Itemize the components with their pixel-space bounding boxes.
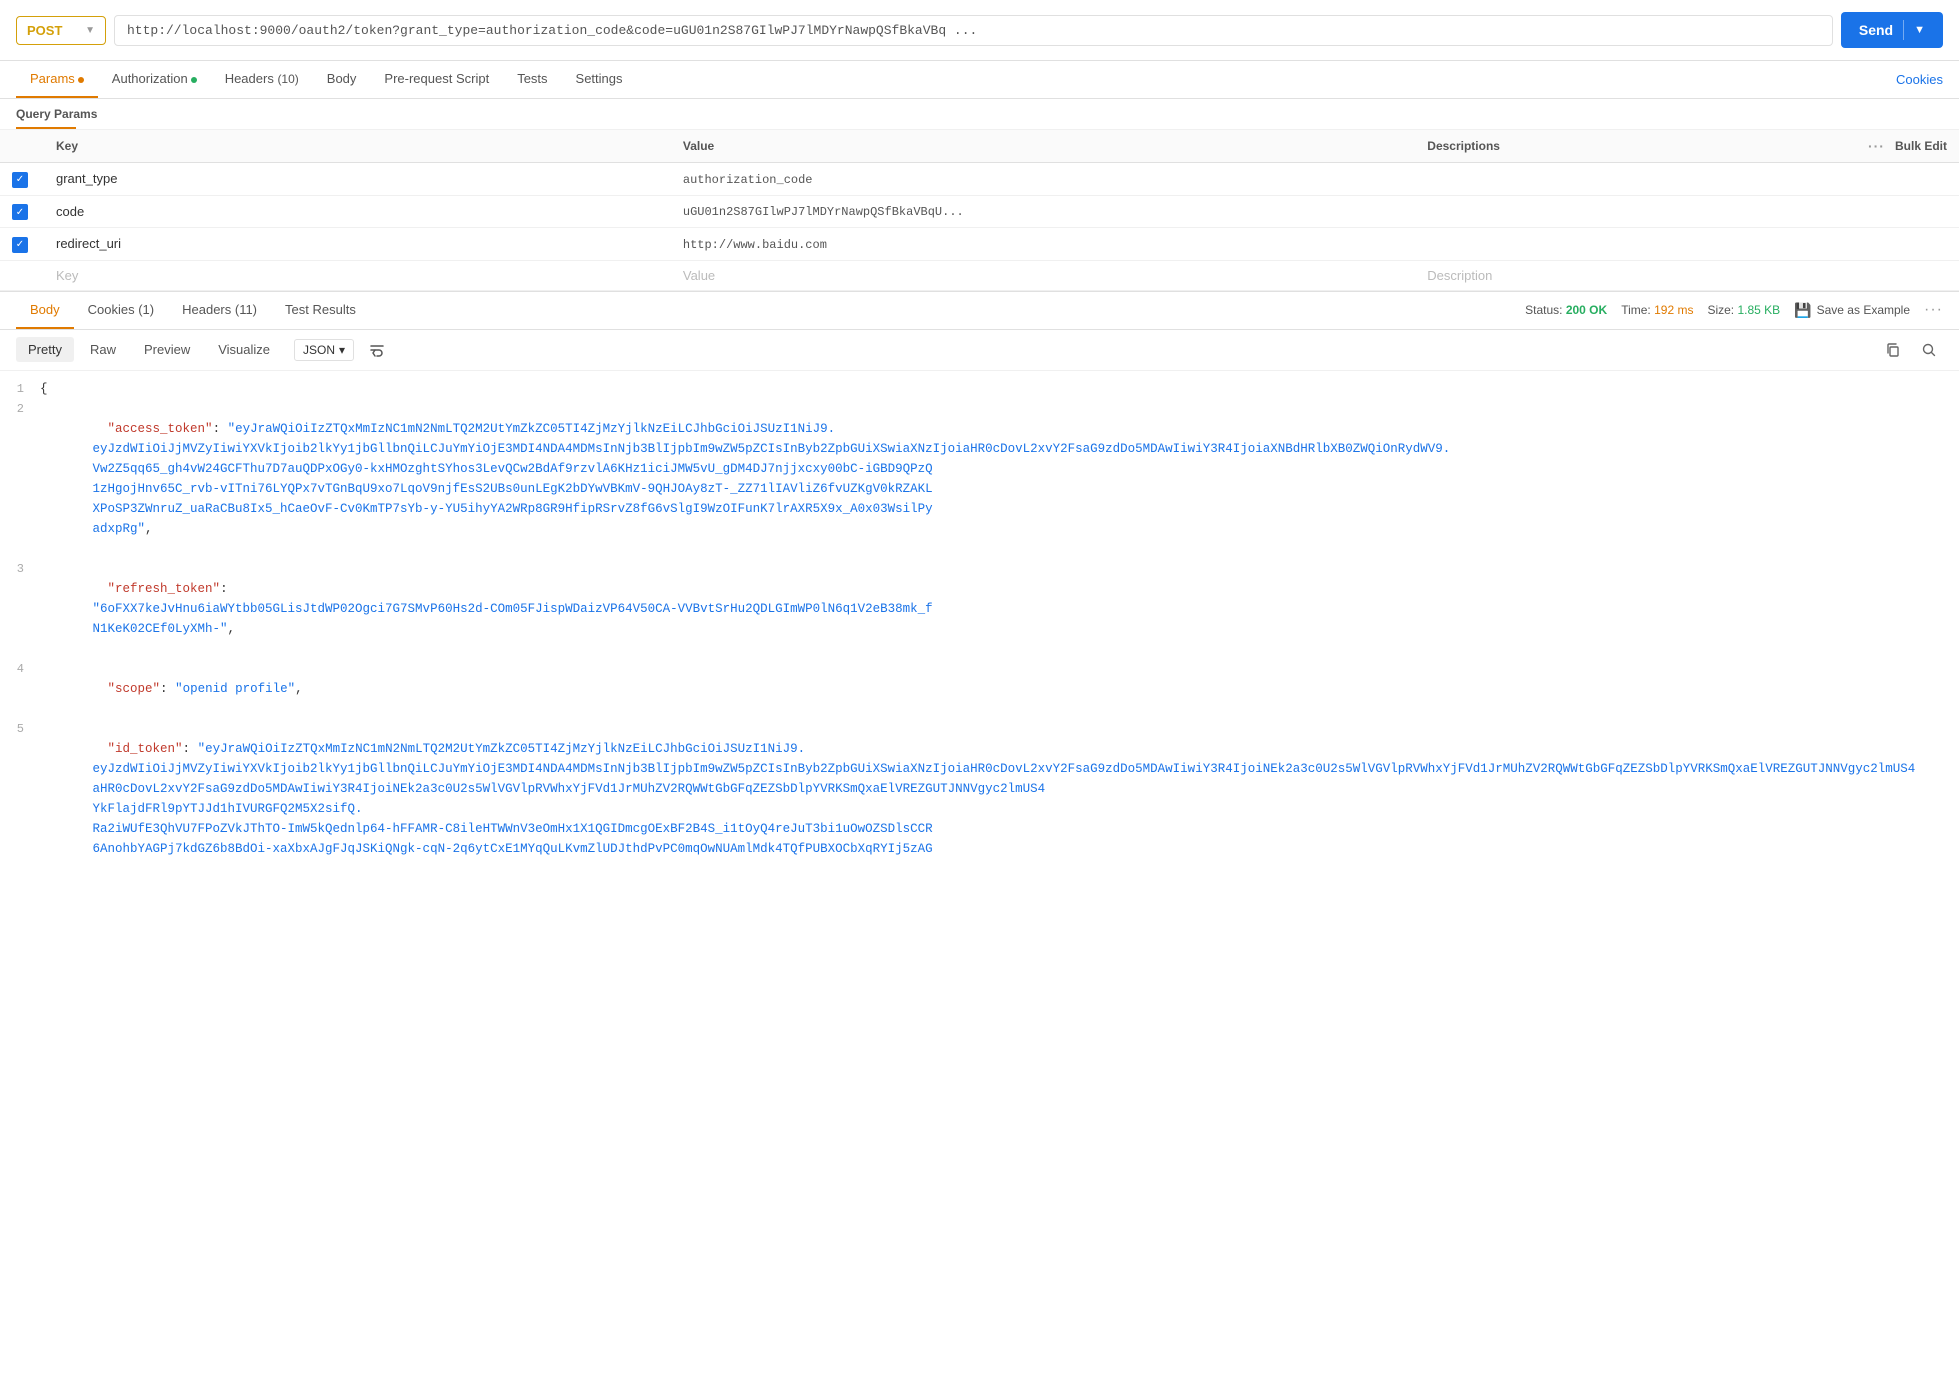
tab-tests[interactable]: Tests bbox=[503, 61, 561, 98]
tab-params-label: Params bbox=[30, 71, 75, 86]
table-row: ✓ grant_type authorization_code bbox=[0, 163, 1959, 196]
line-num-1: 1 bbox=[8, 379, 40, 399]
headers-badge: (10) bbox=[277, 72, 298, 86]
tab-cookies[interactable]: Cookies bbox=[1896, 72, 1943, 87]
response-tabs: Body Cookies (1) Headers (11) Test Resul… bbox=[0, 291, 1959, 330]
save-icon: 💾 bbox=[1794, 302, 1811, 319]
json-format-selector[interactable]: JSON ▾ bbox=[294, 339, 354, 361]
line-num-2: 2 bbox=[8, 399, 40, 419]
resp-tab-cookies[interactable]: Cookies (1) bbox=[74, 292, 168, 329]
th-description: Descriptions ··· Bulk Edit bbox=[1415, 130, 1959, 163]
tab-headers-label: Headers (10) bbox=[225, 71, 299, 86]
json-format-chevron-icon: ▾ bbox=[339, 343, 345, 357]
tab-prerequest[interactable]: Pre-request Script bbox=[370, 61, 503, 98]
send-arrow-icon: ▼ bbox=[1914, 24, 1925, 36]
table-row-empty: Key Value Description bbox=[0, 260, 1959, 290]
row2-checkbox[interactable]: ✓ bbox=[12, 204, 28, 220]
row1-desc[interactable] bbox=[1415, 163, 1959, 196]
resp-tab-test-results-label: Test Results bbox=[285, 302, 356, 317]
tab-body-label: Body bbox=[327, 71, 357, 86]
url-bar: POST ▼ Send ▼ bbox=[0, 0, 1959, 61]
row2-value[interactable]: uGU01n2S87GIlwPJ7lMDYrNawpQSfBkaVBqU... bbox=[683, 205, 964, 219]
query-params-title: Query Params bbox=[0, 99, 1959, 130]
row1-key[interactable]: grant_type bbox=[56, 171, 117, 186]
fmt-tab-preview[interactable]: Preview bbox=[132, 337, 202, 362]
size-value: 1.85 KB bbox=[1737, 303, 1780, 317]
line-num-4: 4 bbox=[8, 659, 40, 679]
send-button[interactable]: Send ▼ bbox=[1841, 12, 1943, 48]
table-row: ✓ redirect_uri http://www.baidu.com bbox=[0, 228, 1959, 261]
fmt-tab-raw[interactable]: Raw bbox=[78, 337, 128, 362]
wrap-lines-icon[interactable] bbox=[366, 339, 388, 361]
resp-tab-cookies-label: Cookies (1) bbox=[88, 302, 154, 317]
row3-value[interactable]: http://www.baidu.com bbox=[683, 238, 827, 252]
status-label: Status: 200 OK bbox=[1525, 303, 1607, 317]
json-response-body: 1 { 2 "access_token": "eyJraWQiOiIzZTQxM… bbox=[0, 371, 1959, 887]
time-label: Time: 192 ms bbox=[1621, 303, 1693, 317]
query-params-section: Query Params Key Value Descriptions ··· … bbox=[0, 99, 1959, 291]
method-selector[interactable]: POST ▼ bbox=[16, 16, 106, 45]
format-right-actions bbox=[1879, 336, 1943, 364]
copy-button[interactable] bbox=[1879, 336, 1907, 364]
save-example-label: Save as Example bbox=[1817, 303, 1910, 317]
table-row: ✓ code uGU01n2S87GIlwPJ7lMDYrNawpQSfBkaV… bbox=[0, 195, 1959, 228]
authorization-dot-icon bbox=[191, 77, 197, 83]
resp-tab-test-results[interactable]: Test Results bbox=[271, 292, 370, 329]
th-check bbox=[0, 130, 44, 163]
status-value: 200 OK bbox=[1566, 303, 1607, 317]
search-button[interactable] bbox=[1915, 336, 1943, 364]
empty-key-placeholder[interactable]: Key bbox=[56, 268, 78, 283]
tab-tests-label: Tests bbox=[517, 71, 547, 86]
tab-params[interactable]: Params bbox=[16, 61, 98, 98]
bulk-edit-button[interactable]: Bulk Edit bbox=[1895, 139, 1947, 153]
row1-checkbox[interactable]: ✓ bbox=[12, 172, 28, 188]
resp-tab-body-label: Body bbox=[30, 302, 60, 317]
send-label: Send bbox=[1859, 22, 1893, 38]
params-table: Key Value Descriptions ··· Bulk Edit ✓ bbox=[0, 130, 1959, 291]
resp-tab-headers[interactable]: Headers (11) bbox=[168, 292, 271, 329]
row2-desc[interactable] bbox=[1415, 195, 1959, 228]
response-more-icon[interactable]: ··· bbox=[1924, 301, 1943, 319]
row3-desc[interactable] bbox=[1415, 228, 1959, 261]
row3-checkbox[interactable]: ✓ bbox=[12, 237, 28, 253]
method-label: POST bbox=[27, 23, 62, 38]
line-num-5: 5 bbox=[8, 719, 40, 739]
method-chevron-icon: ▼ bbox=[85, 25, 95, 36]
row3-key[interactable]: redirect_uri bbox=[56, 236, 121, 251]
json-format-label: JSON bbox=[303, 343, 335, 357]
json-line-4: 4 "scope": "openid profile", bbox=[0, 659, 1959, 719]
tab-authorization[interactable]: Authorization bbox=[98, 61, 211, 98]
json-line-1: 1 { bbox=[0, 379, 1959, 399]
line-num-3: 3 bbox=[8, 559, 40, 579]
th-key: Key bbox=[44, 130, 671, 163]
json-line-3: 3 "refresh_token": "6oFXX7keJvHnu6iaWYtb… bbox=[0, 559, 1959, 659]
response-meta: Status: 200 OK Time: 192 ms Size: 1.85 K… bbox=[1525, 301, 1943, 319]
tab-headers[interactable]: Headers (10) bbox=[211, 61, 313, 98]
row2-key[interactable]: code bbox=[56, 204, 84, 219]
tab-settings-label: Settings bbox=[576, 71, 623, 86]
params-dot-icon bbox=[78, 77, 84, 83]
size-label: Size: 1.85 KB bbox=[1707, 303, 1780, 317]
save-example-button[interactable]: 💾 Save as Example bbox=[1794, 302, 1910, 319]
row1-value[interactable]: authorization_code bbox=[683, 173, 813, 187]
main-tabs: Params Authorization Headers (10) Body P… bbox=[0, 61, 1959, 99]
empty-desc-placeholder[interactable]: Description bbox=[1427, 268, 1492, 283]
json-line-5: 5 "id_token": "eyJraWQiOiIzZTQxMmIzNC1mN… bbox=[0, 719, 1959, 879]
send-btn-divider bbox=[1903, 20, 1904, 40]
tab-body[interactable]: Body bbox=[313, 61, 371, 98]
tab-prerequest-label: Pre-request Script bbox=[384, 71, 489, 86]
resp-tab-body[interactable]: Body bbox=[16, 292, 74, 329]
format-bar: Pretty Raw Preview Visualize JSON ▾ bbox=[0, 330, 1959, 371]
empty-value-placeholder[interactable]: Value bbox=[683, 268, 715, 283]
tab-authorization-label: Authorization bbox=[112, 71, 188, 86]
th-value: Value bbox=[671, 130, 1415, 163]
fmt-tab-visualize[interactable]: Visualize bbox=[206, 337, 282, 362]
fmt-tab-pretty[interactable]: Pretty bbox=[16, 337, 74, 362]
resp-tab-headers-label: Headers (11) bbox=[182, 302, 257, 317]
tab-settings[interactable]: Settings bbox=[562, 61, 637, 98]
url-input[interactable] bbox=[114, 15, 1833, 46]
json-line-2: 2 "access_token": "eyJraWQiOiIzZTQxMmIzN… bbox=[0, 399, 1959, 559]
time-value: 192 ms bbox=[1654, 303, 1693, 317]
params-more-icon[interactable]: ··· bbox=[1868, 138, 1885, 154]
